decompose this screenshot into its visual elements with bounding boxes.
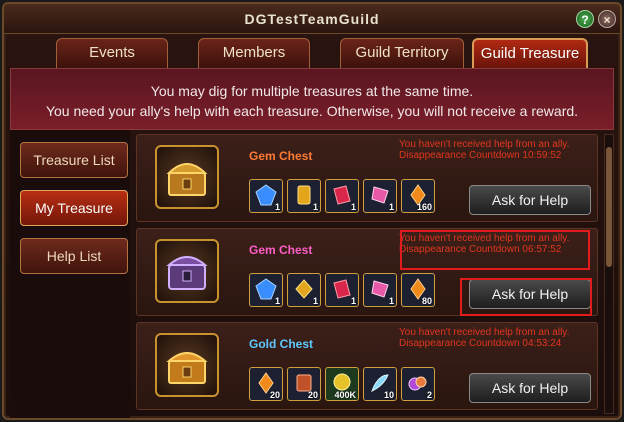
reward-item[interactable]: 1 — [363, 179, 397, 213]
title-bar: DGTestTeamGuild ? × — [4, 4, 620, 34]
item-quantity: 1 — [388, 202, 394, 212]
reward-item[interactable]: 1 — [249, 179, 283, 213]
reward-item[interactable]: 1 — [249, 273, 283, 307]
status-text: You haven't received help from an ally. … — [399, 327, 589, 349]
item-quantity: 2 — [426, 390, 432, 400]
notice-line-1: You may dig for multiple treasures at th… — [150, 83, 474, 99]
notice-line-2: You need your ally's help with each trea… — [45, 103, 579, 119]
item-quantity: 1 — [350, 296, 356, 306]
treasure-card: Gold Chest You haven't received help fro… — [136, 322, 598, 410]
item-quantity: 20 — [307, 390, 318, 400]
scrollbar[interactable] — [604, 134, 614, 414]
chest-name: Gold Chest — [249, 337, 314, 351]
sidebar: Treasure List My Treasure Help List — [10, 130, 130, 418]
reward-item[interactable]: 1 — [325, 179, 359, 213]
item-quantity: 1 — [274, 296, 280, 306]
sidebar-item-treasure-list[interactable]: Treasure List — [20, 142, 128, 178]
notice-banner: You may dig for multiple treasures at th… — [10, 68, 614, 130]
reward-item[interactable]: 2 — [401, 367, 435, 401]
reward-item[interactable]: 160 — [401, 179, 435, 213]
tab-guild-treasure[interactable]: Guild Treasure — [472, 38, 588, 68]
item-quantity: 1 — [350, 202, 356, 212]
gold-chest-icon — [155, 145, 219, 209]
reward-item[interactable]: 400K — [325, 367, 359, 401]
treasure-card: Gem Chest You haven't received help from… — [136, 228, 598, 316]
ask-for-help-button[interactable]: Ask for Help — [469, 279, 591, 309]
item-quantity: 80 — [421, 296, 432, 306]
reward-item[interactable]: 1 — [287, 273, 321, 307]
scroll-thumb[interactable] — [606, 147, 612, 267]
treasure-list: Gem Chest You haven't received help from… — [136, 134, 598, 414]
tab-members[interactable]: Members — [198, 38, 310, 68]
countdown-text: Disappearance Countdown 06:57:52 — [399, 244, 562, 255]
item-quantity: 10 — [383, 390, 394, 400]
sidebar-item-help-list[interactable]: Help List — [20, 238, 128, 274]
reward-item[interactable]: 20 — [287, 367, 321, 401]
item-quantity: 1 — [388, 296, 394, 306]
help-status: You haven't received help from an ally. — [399, 233, 570, 244]
countdown-text: Disappearance Countdown 10:59:52 — [399, 150, 562, 161]
sidebar-item-my-treasure[interactable]: My Treasure — [20, 190, 128, 226]
help-status: You haven't received help from an ally. — [399, 139, 570, 150]
ask-for-help-button[interactable]: Ask for Help — [469, 373, 591, 403]
item-quantity: 20 — [269, 390, 280, 400]
purple-chest-icon — [155, 239, 219, 303]
reward-item[interactable]: 10 — [363, 367, 397, 401]
close-button[interactable]: × — [598, 10, 616, 28]
item-quantity: 1 — [312, 296, 318, 306]
countdown-text: Disappearance Countdown 04:53:24 — [399, 338, 562, 349]
reward-item[interactable]: 20 — [249, 367, 283, 401]
help-button[interactable]: ? — [576, 10, 594, 28]
treasure-card: Gem Chest You haven't received help from… — [136, 134, 598, 222]
window-title: DGTestTeamGuild — [244, 11, 380, 27]
tab-bar: Events Members Guild Territory Guild Tre… — [4, 34, 620, 68]
item-quantity: 1 — [274, 202, 280, 212]
chest-name: Gem Chest — [249, 243, 313, 257]
chest-name: Gem Chest — [249, 149, 313, 163]
tab-events[interactable]: Events — [56, 38, 168, 68]
guild-window: DGTestTeamGuild ? × Events Members Guild… — [2, 2, 622, 420]
reward-item[interactable]: 1 — [325, 273, 359, 307]
reward-item[interactable]: 80 — [401, 273, 435, 307]
tab-guild-territory[interactable]: Guild Territory — [340, 38, 464, 68]
item-quantity: 160 — [416, 202, 432, 212]
help-status: You haven't received help from an ally. — [399, 327, 570, 338]
ask-for-help-button[interactable]: Ask for Help — [469, 185, 591, 215]
reward-item[interactable]: 1 — [287, 179, 321, 213]
reward-item[interactable]: 1 — [363, 273, 397, 307]
gold-chest-icon — [155, 333, 219, 397]
status-text: You haven't received help from an ally. … — [399, 233, 589, 255]
item-quantity: 400K — [334, 390, 356, 400]
status-text: You haven't received help from an ally. … — [399, 139, 589, 161]
item-quantity: 1 — [312, 202, 318, 212]
